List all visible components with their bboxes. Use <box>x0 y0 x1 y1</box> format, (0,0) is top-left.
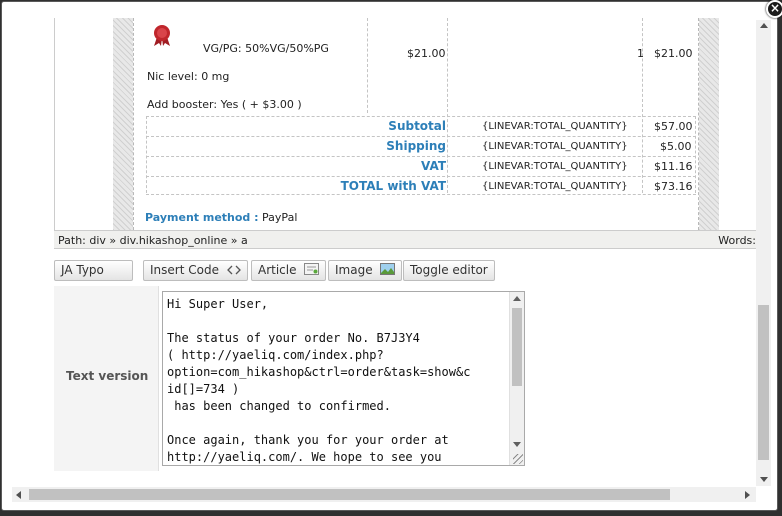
vat-label: VAT <box>420 159 446 173</box>
medal-icon <box>154 25 170 46</box>
vat-amount: $11.16 <box>654 160 693 173</box>
element-path-bar: Path: div » div.hikashop_online » a Word… <box>54 230 758 249</box>
unit-price: $21.00 <box>407 47 446 60</box>
total-amount: $73.16 <box>654 180 693 193</box>
payment-method-label: Payment method : <box>145 211 259 224</box>
scroll-down-arrow-icon[interactable] <box>513 442 521 447</box>
cell-divider <box>642 18 643 193</box>
close-icon[interactable]: × <box>766 0 782 18</box>
resize-grip-icon[interactable] <box>513 454 523 464</box>
payment-method-value: PayPal <box>262 211 298 224</box>
total-label: TOTAL with VAT <box>340 179 446 193</box>
image-icon <box>380 262 396 281</box>
cell-divider <box>367 18 368 113</box>
shipping-qty: {LINEVAR:TOTAL_QUANTITY} <box>482 141 628 152</box>
dialog-vertical-scrollbar[interactable] <box>756 20 771 486</box>
cell-divider <box>695 116 696 193</box>
row-divider <box>146 176 696 177</box>
nic-level-option: Nic level: 0 mg <box>147 70 230 83</box>
text-version-label: Text version <box>66 369 149 383</box>
subtotal-qty: {LINEVAR:TOTAL_QUANTITY} <box>482 121 628 132</box>
dialog-horizontal-scrollbar[interactable] <box>12 487 756 502</box>
payment-method: Payment method : PayPal <box>145 211 297 224</box>
subtotal-label: Subtotal <box>388 119 446 133</box>
shipping-amount: $5.00 <box>660 140 692 153</box>
scroll-right-arrow-icon[interactable] <box>745 491 750 499</box>
insert-code-button[interactable]: Insert Code <box>143 260 248 281</box>
scroll-up-arrow-icon[interactable] <box>513 296 521 301</box>
editor-content[interactable]: VG/PG: 50%VG/50%PG $21.00 1 $21.00 Nic l… <box>54 18 758 230</box>
subtotal-amount: $57.00 <box>654 120 693 133</box>
line-total: $21.00 <box>654 47 693 60</box>
row-divider <box>146 136 696 137</box>
scroll-up-arrow-icon[interactable] <box>760 23 768 28</box>
ja-typo-label: JA Typo <box>61 263 104 277</box>
toggle-editor-button[interactable]: Toggle editor <box>403 260 495 281</box>
element-path[interactable]: Path: div » div.hikashop_online » a <box>58 234 248 247</box>
scroll-left-arrow-icon[interactable] <box>16 491 21 499</box>
insert-code-label: Insert Code <box>150 263 219 277</box>
left-border-strip <box>113 18 133 230</box>
article-label: Article <box>258 263 297 277</box>
horizontal-scroll-thumb[interactable] <box>29 489 670 500</box>
right-border-strip <box>699 18 719 230</box>
total-qty: {LINEVAR:TOTAL_QUANTITY} <box>482 181 628 192</box>
textarea-scrollbar[interactable] <box>509 292 524 465</box>
word-count: Words: <box>718 234 756 247</box>
shipping-label: Shipping <box>386 139 446 153</box>
article-icon <box>304 262 320 281</box>
cell-divider <box>447 18 448 193</box>
scroll-down-arrow-icon[interactable] <box>760 477 768 482</box>
text-version-textarea[interactable]: Hi Super User, The status of your order … <box>162 291 525 466</box>
dialog: VG/PG: 50%VG/50%PG $21.00 1 $21.00 Nic l… <box>1 1 778 511</box>
vat-qty: {LINEVAR:TOTAL_QUANTITY} <box>482 161 628 172</box>
toggle-editor-label: Toggle editor <box>410 263 488 277</box>
image-button[interactable]: Image <box>328 260 403 281</box>
text-version-label-cell: Text version <box>54 286 159 471</box>
quantity: 1 <box>637 47 644 60</box>
row-divider <box>146 194 696 195</box>
vertical-scroll-thumb[interactable] <box>758 305 769 460</box>
booster-option: Add booster: Yes ( + $3.00 ) <box>147 98 302 111</box>
article-button[interactable]: Article <box>251 260 327 281</box>
code-icon <box>226 262 241 281</box>
textarea-scroll-thumb[interactable] <box>512 308 522 386</box>
image-label: Image <box>335 263 373 277</box>
text-version-content: Hi Super User, The status of your order … <box>167 297 471 464</box>
vg-pg-option: VG/PG: 50%VG/50%PG <box>203 42 329 55</box>
row-divider <box>146 156 696 157</box>
row-divider <box>146 116 696 117</box>
ja-typo-button[interactable]: JA Typo <box>54 260 133 281</box>
